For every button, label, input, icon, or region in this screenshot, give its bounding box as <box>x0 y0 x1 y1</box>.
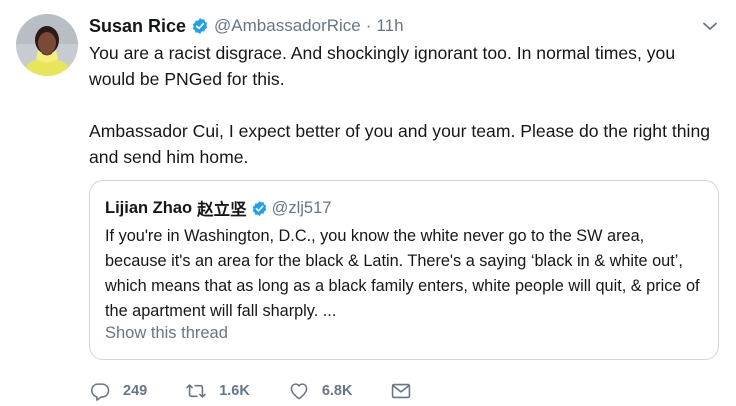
like-button[interactable]: 6.8K <box>288 380 353 402</box>
retweet-count: 1.6K <box>219 383 250 399</box>
reply-count: 249 <box>123 383 148 399</box>
quoted-text: If you're in Washington, D.C., you know … <box>105 227 700 320</box>
tweet-paragraph: You are a racist disgrace. And shockingl… <box>89 43 676 89</box>
tweet-text: You are a racist disgrace. And shockingl… <box>89 40 719 170</box>
quoted-author-name-cjk: 赵立坚 <box>197 200 247 219</box>
show-thread-link[interactable]: Show this thread <box>105 324 228 343</box>
quoted-author-name: Lijian Zhao <box>105 198 193 217</box>
verified-badge-icon <box>251 200 268 217</box>
chevron-down-icon[interactable] <box>700 16 720 36</box>
verified-badge-icon <box>191 17 209 35</box>
author-handle[interactable]: @AmbassadorRice <box>214 16 361 36</box>
quoted-tweet[interactable]: Lijian Zhao 赵立坚 @zlj517 If you're in Was… <box>89 180 719 360</box>
tweet-header: Susan Rice @AmbassadorRice · 11h <box>89 14 720 38</box>
quoted-author-handle: @zlj517 <box>271 198 332 217</box>
heart-icon <box>290 383 308 400</box>
author-name[interactable]: Susan Rice <box>89 16 186 37</box>
retweet-icon <box>186 384 206 398</box>
quoted-header: Lijian Zhao 赵立坚 @zlj517 <box>105 196 331 220</box>
reply-icon <box>90 383 110 401</box>
avatar[interactable] <box>16 14 78 76</box>
timestamp[interactable]: 11h <box>376 16 403 36</box>
tweet-paragraph: Ambassador Cui, I expect better of you a… <box>89 121 711 167</box>
tweet[interactable]: Susan Rice @AmbassadorRice · 11h You are… <box>0 0 736 406</box>
like-count: 6.8K <box>321 383 353 399</box>
separator-dot: · <box>365 16 372 35</box>
reply-button[interactable]: 249 <box>89 380 147 402</box>
envelope-icon <box>392 383 411 399</box>
direct-message-button[interactable] <box>390 380 412 402</box>
retweet-button[interactable]: 1.6K <box>185 380 250 402</box>
action-bar: 249 1.6K 6.8K <box>89 378 450 404</box>
